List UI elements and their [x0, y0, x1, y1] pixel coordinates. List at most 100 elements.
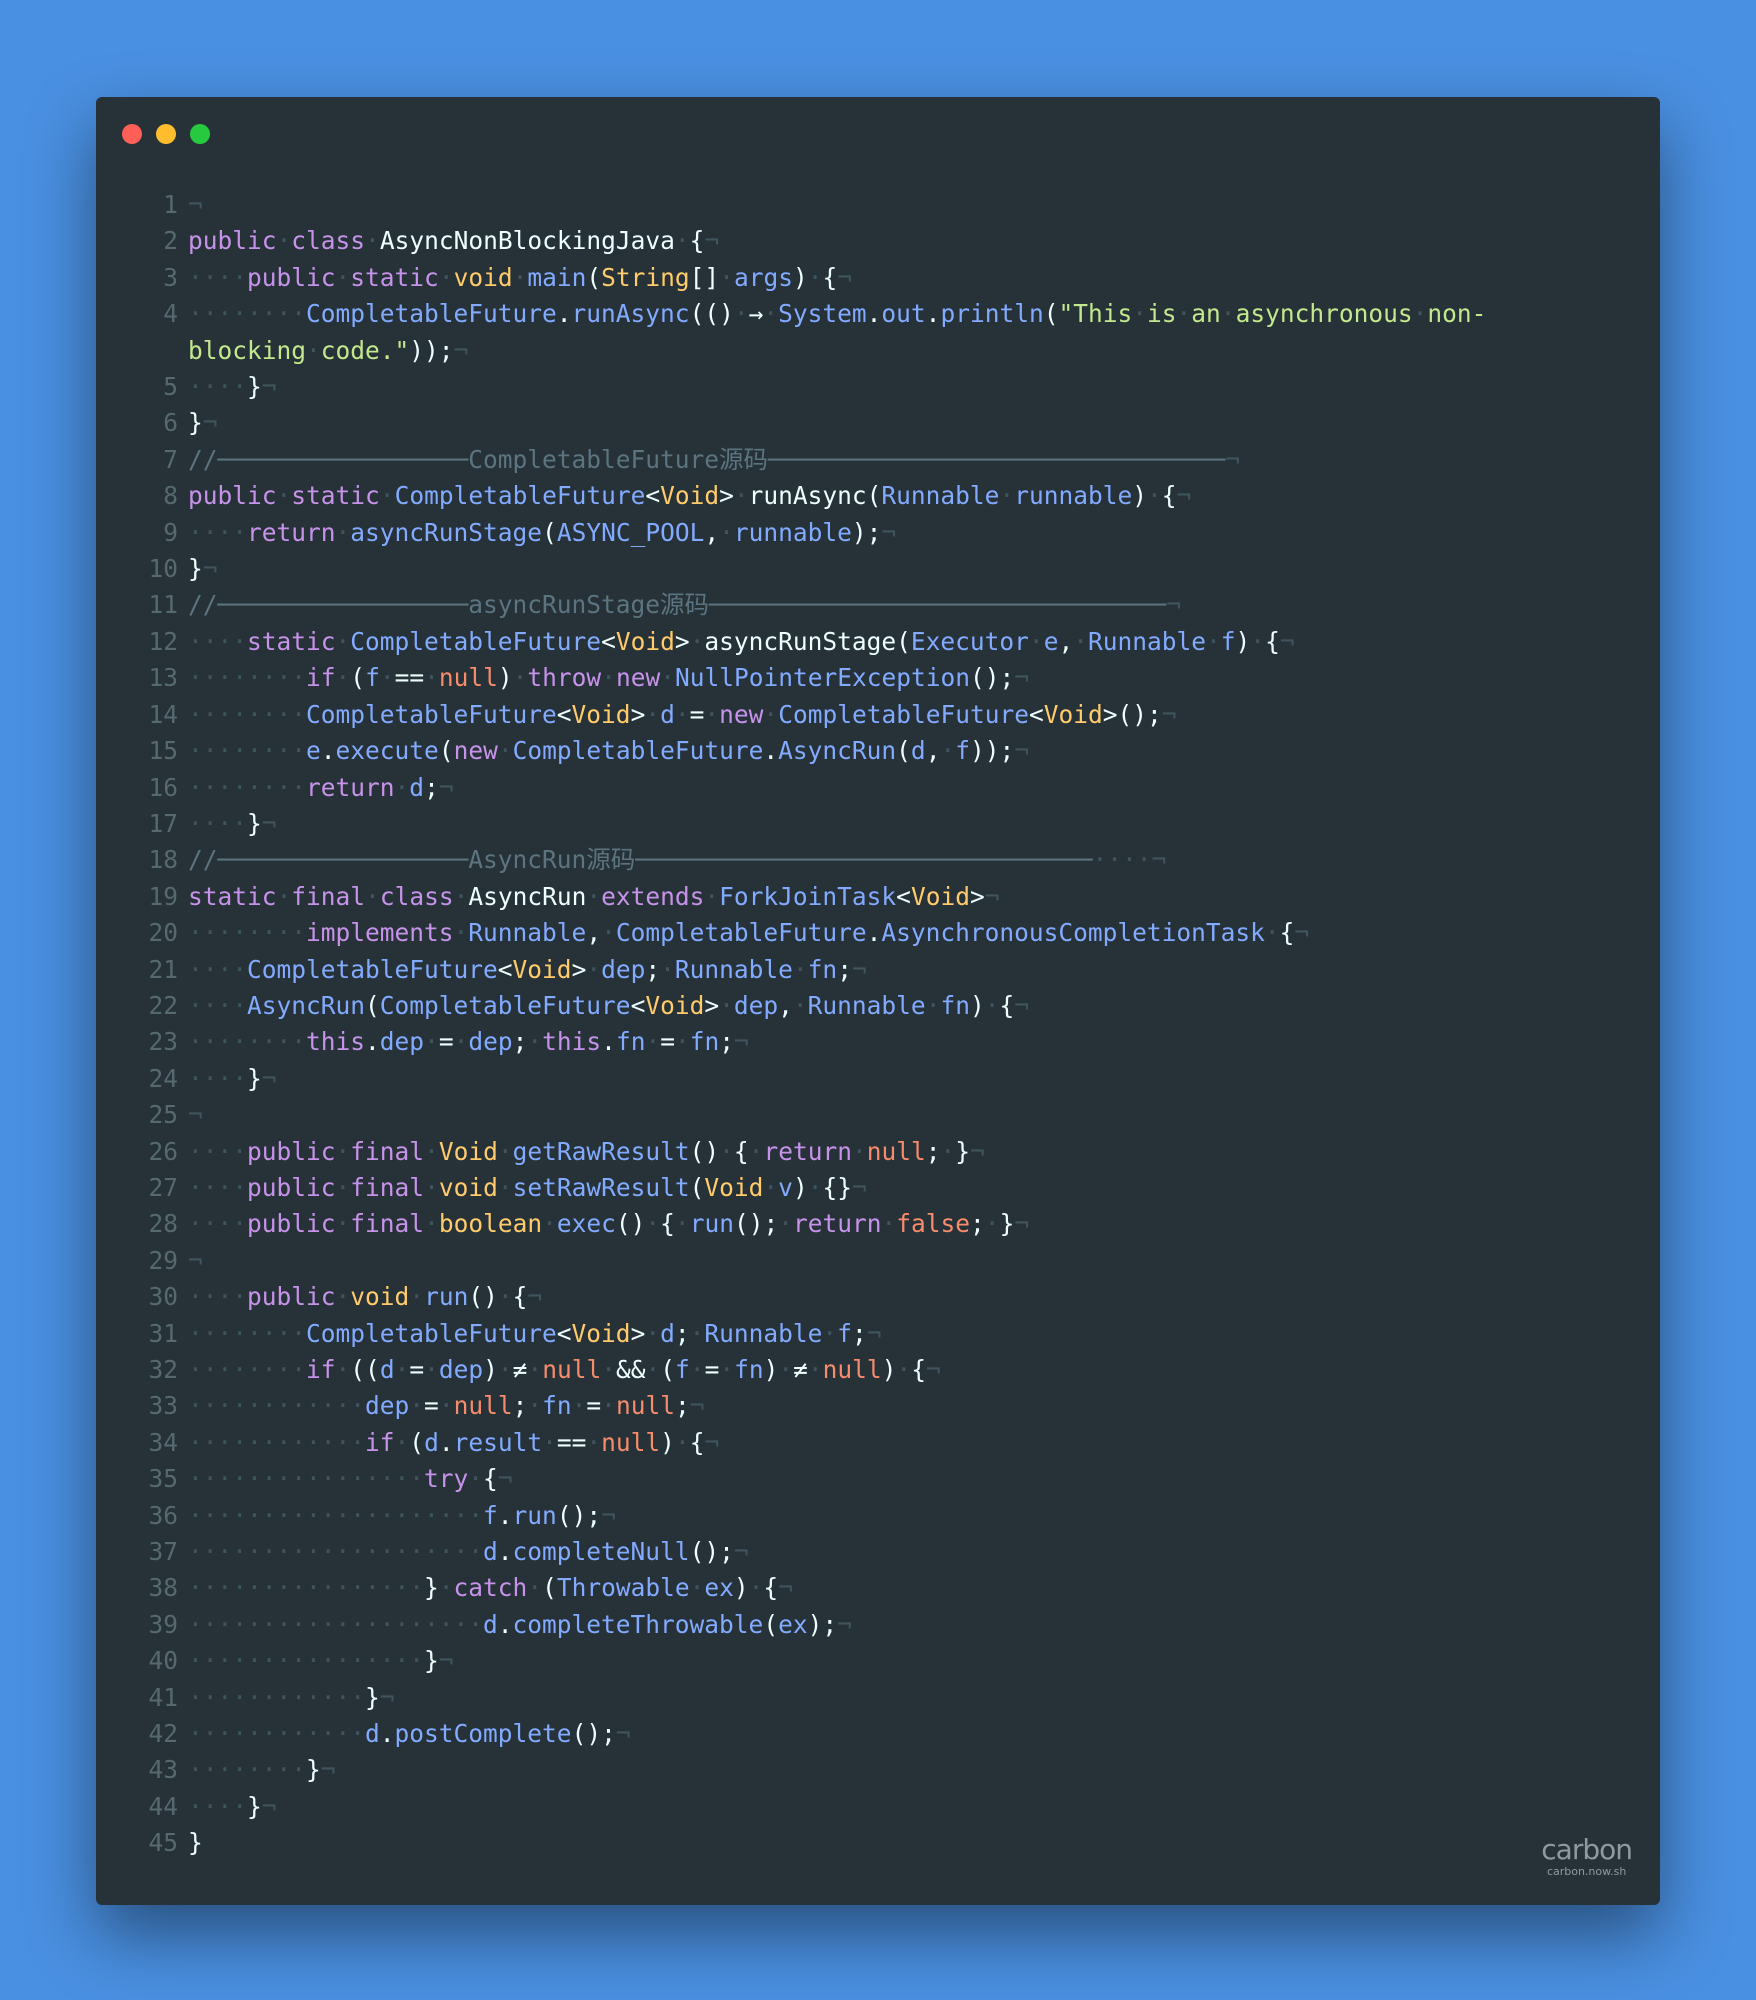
code-line: 14 ········CompletableFuture<Void>·d·=·ne… [126, 697, 1636, 733]
line-number: 31 [148, 1318, 178, 1348]
code-token: final [350, 1172, 425, 1202]
code-token: ¬ [1176, 481, 1192, 511]
code-token: Void [704, 1172, 764, 1202]
code-token: new [615, 663, 661, 693]
code-token: public [247, 1282, 336, 1312]
code-token: > [630, 1318, 646, 1348]
code-token: · [335, 663, 351, 693]
code-token: · [438, 1391, 454, 1421]
code-token: void [438, 1172, 498, 1202]
line-content: ¬ [188, 1243, 1628, 1279]
code-token: } [999, 1209, 1015, 1239]
code-token: ( [896, 626, 911, 656]
minimize-dot[interactable] [156, 124, 176, 144]
code-token: CompletableFuture [778, 699, 1029, 729]
code-token: ¬ [734, 1027, 749, 1057]
code-token: . [866, 299, 882, 329]
code-token: · [335, 1355, 351, 1384]
code-token: · [748, 1573, 764, 1603]
code-line: 13 ········if·(f·==·null)·throw·new·NullP… [126, 660, 1636, 696]
code-token: ¬ [851, 1172, 867, 1202]
code-token: · [365, 226, 380, 256]
code-token: < [497, 954, 513, 984]
code-token: asyncRunStage [350, 517, 543, 547]
code-token: () [689, 1136, 720, 1166]
line-content: ········if·(f·==·null)·throw·new·NullPoi… [188, 660, 1628, 696]
close-dot[interactable] [122, 124, 142, 144]
line-number: 40 [148, 1646, 178, 1676]
code-token: · [984, 1209, 1000, 1239]
code-token: ¬ [970, 1136, 985, 1166]
line-number: 24 [148, 1063, 178, 1093]
code-token: ············ [188, 1427, 366, 1457]
line-content: ········}¬ [188, 1752, 1628, 1788]
code-token: CompletableFuture [306, 699, 557, 729]
code-token: void [453, 262, 513, 292]
code-token: code." [320, 335, 410, 365]
code-token: · [335, 517, 351, 547]
code-token: ¬ [925, 1355, 941, 1384]
code-token: { [660, 1209, 675, 1239]
code-token: result [453, 1427, 543, 1457]
line-number: 13 [148, 663, 178, 693]
line-number: 27 [148, 1172, 178, 1202]
code-token: (); [689, 1537, 734, 1567]
code-editor[interactable]: 1 ¬ 2 public·class·AsyncNonBlockingJava·{¬ 3… [126, 187, 1636, 1862]
code-token: = [689, 699, 705, 729]
code-token: } [306, 1755, 321, 1785]
code-token: · [497, 1136, 513, 1166]
code-token: · [438, 262, 454, 292]
code-token: System [778, 299, 867, 329]
code-token: · [778, 1355, 794, 1384]
code-token: f [483, 1500, 498, 1530]
code-token: · [689, 1318, 705, 1348]
code-token: println [940, 299, 1044, 329]
code-token: ( [409, 1427, 425, 1457]
code-token: return [306, 772, 395, 802]
line-number: 5 [163, 372, 178, 402]
window-controls [122, 124, 210, 144]
code-token: f [675, 1355, 690, 1384]
code-token: ; [970, 1209, 985, 1239]
code-token: Void [645, 990, 705, 1020]
code-line: 24 ····}¬ [126, 1061, 1636, 1097]
code-token: boolean [438, 1209, 543, 1239]
code-token: f [365, 663, 380, 693]
code-token: if [306, 1355, 336, 1384]
code-token: ¬ [320, 1755, 336, 1785]
maximize-dot[interactable] [190, 124, 210, 144]
line-number: 16 [148, 772, 178, 802]
code-token: ¬ [1014, 1209, 1030, 1239]
code-token: fn [689, 1027, 720, 1057]
code-token: · [453, 881, 469, 911]
code-line: 11 //─────────────────asyncRunStage源码────… [126, 587, 1636, 623]
code-token: < [1028, 699, 1044, 729]
code-token: · [379, 481, 395, 511]
line-number: 6 [163, 408, 178, 438]
code-token: an [1191, 299, 1221, 329]
code-token: public [247, 1136, 336, 1166]
line-content: ····public·final·Void·getRawResult()·{·r… [188, 1134, 1628, 1170]
code-token: , [925, 736, 941, 766]
code-token: ¬ [1014, 663, 1030, 693]
line-content: ········CompletableFuture.runAsync(()·→·… [188, 296, 1628, 369]
code-token: · [763, 299, 779, 329]
code-token: · [674, 699, 690, 729]
line-content: ············dep·=·null;·fn·=·null;¬ [188, 1388, 1628, 1424]
code-token: ; [674, 1318, 690, 1348]
code-token: v [778, 1172, 793, 1202]
code-token: (( [350, 1355, 380, 1384]
code-token: ( [1043, 299, 1059, 329]
code-token: ¬ [1161, 699, 1177, 729]
code-token: · [571, 1391, 587, 1421]
code-token: AsyncRun [247, 990, 366, 1020]
code-token: . [497, 1537, 513, 1567]
code-token: · [335, 1172, 351, 1202]
code-token: · [1028, 626, 1044, 656]
line-content: ····public·final·boolean·exec()·{·run();… [188, 1206, 1628, 1242]
code-line: 17 ····}¬ [126, 806, 1636, 842]
code-token: void [350, 1282, 410, 1312]
code-token: AsyncRun [778, 736, 897, 766]
code-token: main [527, 262, 587, 292]
code-token: dep [438, 1355, 484, 1384]
